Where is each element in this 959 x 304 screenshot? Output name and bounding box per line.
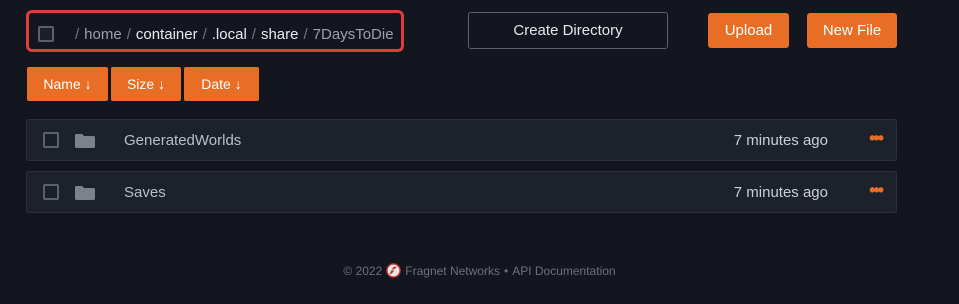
breadcrumb-separator: /: [251, 25, 256, 43]
footer-bullet: •: [503, 263, 509, 278]
breadcrumb-separator: /: [202, 25, 207, 43]
file-row[interactable]: Saves 7 minutes ago •••: [26, 171, 897, 213]
breadcrumb-share[interactable]: share: [261, 26, 299, 43]
footer-brand[interactable]: Fragnet Networks: [405, 264, 500, 278]
folder-icon: [75, 134, 95, 148]
file-row[interactable]: GeneratedWorlds 7 minutes ago •••: [26, 119, 897, 161]
breadcrumb-separator: /: [303, 25, 308, 43]
row-checkbox[interactable]: [43, 132, 59, 148]
sort-date-button[interactable]: Date ↓: [184, 67, 259, 101]
create-directory-button[interactable]: Create Directory: [468, 12, 668, 49]
more-options-icon[interactable]: •••: [869, 180, 884, 201]
upload-button[interactable]: Upload: [708, 13, 789, 48]
footer: © 2022 Fragnet Networks • API Documentat…: [0, 263, 959, 278]
file-name[interactable]: Saves: [124, 184, 166, 201]
sort-name-button[interactable]: Name ↓: [27, 67, 108, 101]
new-file-button[interactable]: New File: [807, 13, 897, 48]
breadcrumb: / home / container / .local / share / 7D…: [38, 21, 394, 47]
breadcrumb-separator: /: [126, 25, 131, 43]
breadcrumb-highlight: / home / container / .local / share / 7D…: [26, 10, 404, 52]
sort-size-button[interactable]: Size ↓: [111, 67, 181, 101]
file-name[interactable]: GeneratedWorlds: [124, 132, 241, 149]
file-modified: 7 minutes ago: [733, 184, 828, 201]
api-documentation-link[interactable]: API Documentation: [512, 264, 615, 278]
breadcrumb-local[interactable]: .local: [212, 26, 247, 43]
folder-icon: [75, 186, 95, 200]
breadcrumb-container[interactable]: container: [136, 26, 198, 43]
more-options-icon[interactable]: •••: [869, 128, 884, 149]
breadcrumb-current: 7DaysToDie: [312, 25, 394, 43]
row-checkbox[interactable]: [43, 184, 59, 200]
file-modified: 7 minutes ago: [733, 132, 828, 149]
footer-copyright: © 2022: [343, 263, 383, 278]
breadcrumb-separator: /: [75, 25, 80, 43]
fragnet-logo-icon: [386, 263, 402, 278]
breadcrumb-home[interactable]: home: [84, 26, 122, 43]
select-all-checkbox[interactable]: [38, 26, 54, 42]
